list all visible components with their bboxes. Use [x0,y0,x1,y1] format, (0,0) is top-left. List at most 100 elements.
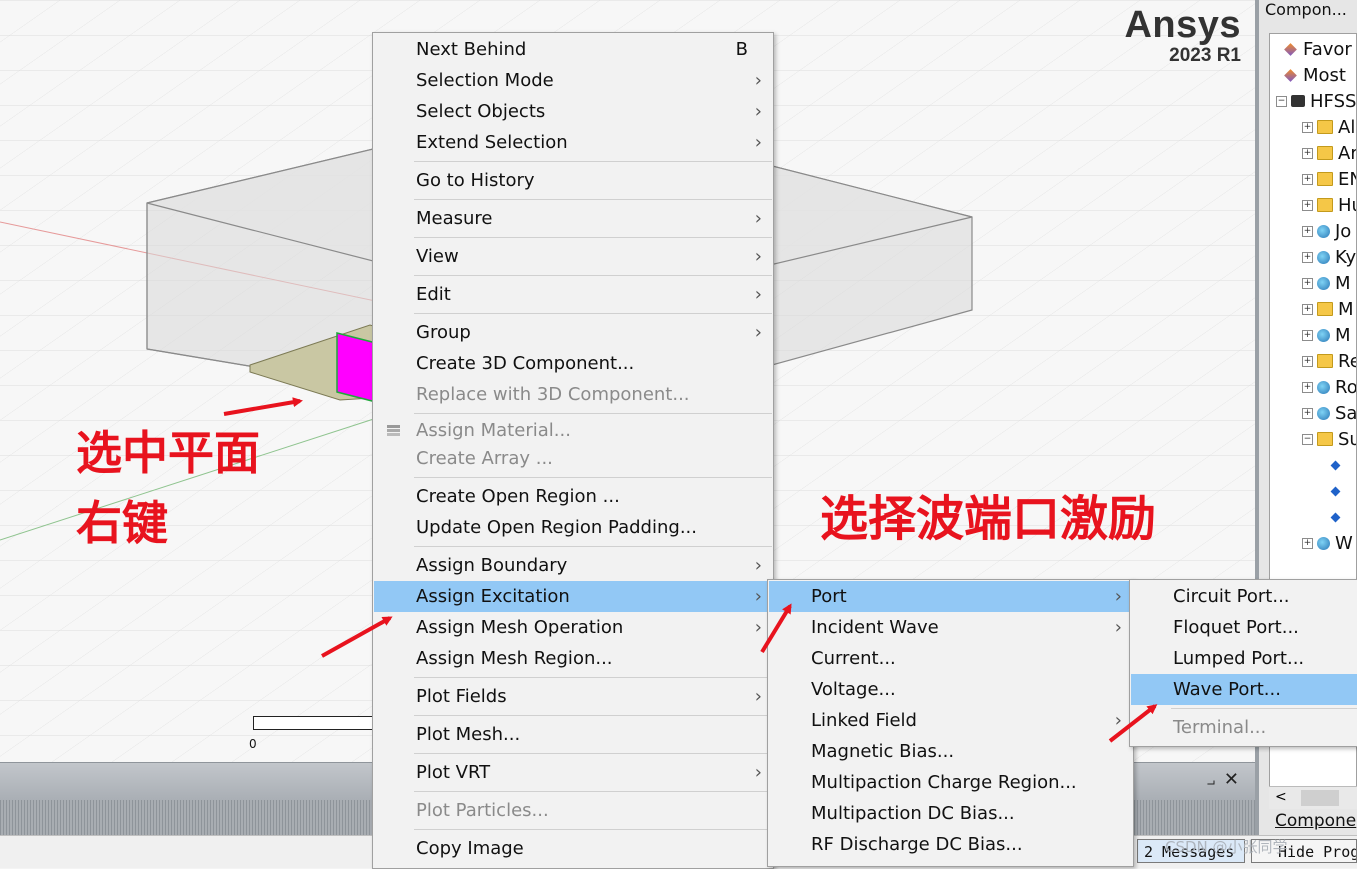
menu-item-update-open-region-padding[interactable]: Update Open Region Padding... [374,512,772,543]
component-icon [1317,406,1330,420]
menu-item-rf-discharge-dc-bias[interactable]: RF Discharge DC Bias... [769,829,1132,860]
folder-icon [1317,432,1333,446]
tree-item-favorites[interactable]: Favor [1284,38,1352,60]
chevron-right-icon: › [754,246,762,267]
collapse-icon[interactable]: − [1276,95,1287,107]
menu-item-extend-selection[interactable]: Extend Selection › [374,127,772,158]
chevron-right-icon: › [754,132,762,153]
expand-icon[interactable]: + [1302,537,1313,549]
chevron-right-icon: › [754,762,762,783]
pin-icon[interactable]: ⨼ [1207,773,1215,789]
menu-item-measure[interactable]: Measure › [374,203,772,234]
expand-icon[interactable]: + [1302,225,1313,237]
menu-item-plot-fields[interactable]: Plot Fields › [374,681,772,712]
menu-item-wave-port[interactable]: Wave Port... [1131,674,1357,705]
menu-item-lumped-port[interactable]: Lumped Port... [1131,643,1357,674]
tree-item[interactable]: +EN [1302,168,1356,190]
tree-item[interactable]: + Jo [1302,220,1351,242]
expand-icon[interactable]: + [1302,277,1313,289]
component-icon [1317,536,1330,550]
menu-item-floquet-port[interactable]: Floquet Port... [1131,612,1357,643]
component-icon [1317,380,1330,394]
tree-item[interactable]: +Re [1302,350,1356,372]
tree-item[interactable]: + M [1302,298,1354,320]
menu-item-view[interactable]: View › [374,241,772,272]
material-icon [387,425,400,436]
folder-icon [1317,302,1333,316]
menu-item-replace-3d-component: Replace with 3D Component... [416,384,690,405]
tree-leaf[interactable] [1330,454,1345,476]
folder-icon [1317,172,1333,186]
menu-separator [414,237,772,238]
menu-item-selection-mode[interactable]: Selection Mode › [374,65,772,96]
tree-item[interactable]: + Sa [1302,402,1356,424]
menu-item-port[interactable]: Port › [769,581,1132,612]
chevron-right-icon: › [1114,586,1122,607]
annotation-choose-wave-port: 选择波端口激励 [820,491,1157,547]
chevron-right-icon: › [754,70,762,91]
expand-icon[interactable]: + [1302,251,1313,263]
tree-item[interactable]: + Al [1302,116,1355,138]
tree-item[interactable]: + Ar [1302,142,1356,164]
expand-icon[interactable]: + [1302,381,1313,393]
menu-item-current[interactable]: Current... [769,643,1132,674]
menu-item-assign-material: Assign Material... [374,415,772,446]
menu-item-assign-boundary[interactable]: Assign Boundary › [374,550,772,581]
menu-item-plot-mesh[interactable]: Plot Mesh... [374,719,772,750]
scroll-thumb[interactable] [1301,790,1339,806]
menu-item-create-open-region[interactable]: Create Open Region ... [374,481,772,512]
expand-icon[interactable]: + [1302,303,1313,315]
menu-item-group[interactable]: Group › [374,317,772,348]
annotation-select-plane: 选中平面 [76,426,260,480]
tree-item[interactable]: + Ro [1302,376,1356,398]
menu-item-go-to-history[interactable]: Go to History [374,165,772,196]
tree-item[interactable]: −Su [1302,428,1356,450]
tree-item[interactable]: + M [1302,324,1351,346]
menu-item-incident-wave[interactable]: Incident Wave › [769,612,1132,643]
expand-icon[interactable]: + [1302,199,1313,211]
menu-item-circuit-port[interactable]: Circuit Port... [1131,581,1357,612]
tree-item-hfss[interactable]: − HFSS [1276,90,1356,112]
expand-icon[interactable]: + [1302,147,1313,159]
components-tab[interactable]: Compone [1275,811,1356,831]
tree-horizontal-scrollbar[interactable]: < [1269,786,1357,809]
chevron-right-icon: › [754,208,762,229]
tree-leaf[interactable] [1330,506,1345,528]
collapse-icon[interactable]: − [1302,433,1313,445]
menu-item-multipaction-dc-bias[interactable]: Multipaction DC Bias... [769,798,1132,829]
menu-item-assign-mesh-region[interactable]: Assign Mesh Region... [374,643,772,674]
menu-separator [414,161,772,162]
folder-icon [1317,198,1333,212]
tree-item[interactable]: +Hu [1302,194,1356,216]
chevron-right-icon: › [1114,617,1122,638]
menu-item-copy-image[interactable]: Copy Image [374,833,772,864]
menu-item-create-3d-component[interactable]: Create 3D Component... [374,348,772,379]
port-face [336,332,377,403]
expand-icon[interactable]: + [1302,173,1313,185]
menu-item-multipaction-charge-region[interactable]: Multipaction Charge Region... [769,767,1132,798]
close-icon[interactable]: ✕ [1224,769,1239,790]
menu-item-magnetic-bias[interactable]: Magnetic Bias... [769,736,1132,767]
expand-icon[interactable]: + [1302,329,1313,341]
expand-icon[interactable]: + [1302,121,1313,133]
menu-item-assign-mesh-operation[interactable]: Assign Mesh Operation › [374,612,772,643]
menu-item-edit[interactable]: Edit › [374,279,772,310]
scroll-left-icon[interactable]: < [1275,789,1287,805]
tree-item-most-used[interactable]: Most [1284,64,1346,86]
menu-item-select-objects[interactable]: Select Objects › [374,96,772,127]
favorites-icon [1284,68,1297,82]
tree-item[interactable]: + W [1302,532,1353,554]
menu-item-plot-particles: Plot Particles... [416,800,549,821]
tree-item[interactable]: + M [1302,272,1351,294]
tree-item[interactable]: + Ky [1302,246,1356,268]
menu-item-next-behind[interactable]: Next Behind B [374,34,772,65]
menu-separator [414,313,772,314]
menu-item-linked-field[interactable]: Linked Field › [769,705,1132,736]
menu-item-voltage[interactable]: Voltage... [769,674,1132,705]
menu-item-assign-excitation[interactable]: Assign Excitation › [374,581,772,612]
expand-icon[interactable]: + [1302,355,1313,367]
expand-icon[interactable]: + [1302,407,1313,419]
menu-item-plot-vrt[interactable]: Plot VRT › [374,757,772,788]
tree-leaf[interactable] [1330,480,1345,502]
watermark: CSDN @小张同学 [1165,838,1288,856]
